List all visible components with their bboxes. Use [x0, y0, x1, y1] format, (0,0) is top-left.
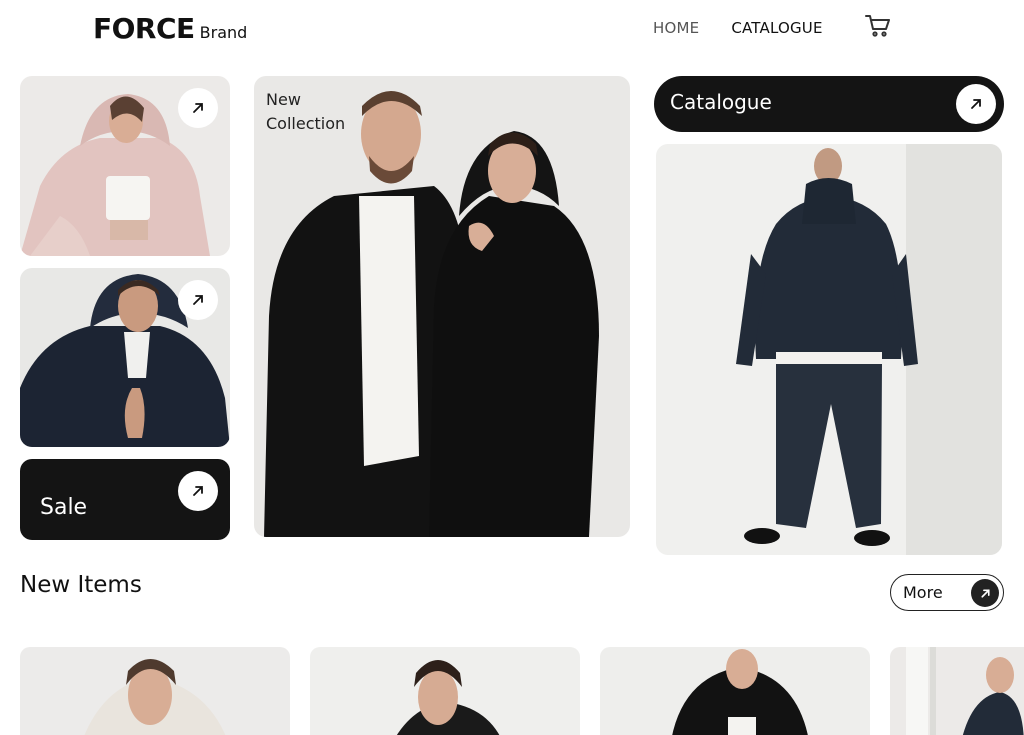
product-card[interactable]	[20, 647, 290, 735]
section-title: New Items	[20, 572, 142, 598]
arrow-up-right-icon	[193, 295, 203, 305]
brand-logo[interactable]: FORCE Brand	[93, 12, 247, 45]
site-header: FORCE Brand HOME CATALOGUE	[0, 0, 1024, 56]
brand-sub: Brand	[199, 23, 248, 42]
sale-card[interactable]: Sale	[20, 459, 230, 540]
more-button[interactable]: More	[890, 574, 1004, 611]
brand-name: FORCE	[93, 12, 195, 45]
product-photo	[20, 647, 290, 735]
category-card-women[interactable]	[20, 76, 230, 256]
catalogue-card[interactable]: Catalogue	[654, 76, 1004, 132]
arrow-up-right-icon	[971, 579, 999, 607]
product-photo	[310, 647, 580, 735]
more-label: More	[903, 583, 943, 602]
arrow-up-right-icon	[971, 99, 981, 109]
category-card-men[interactable]	[20, 268, 230, 447]
product-photo	[890, 647, 1024, 735]
main-nav: HOME CATALOGUE	[653, 19, 823, 37]
new-collection-card[interactable]: New Collection	[254, 76, 630, 537]
new-collection-label: New Collection	[266, 88, 376, 136]
product-card[interactable]	[890, 647, 1024, 735]
arrow-up-right-icon	[193, 486, 203, 496]
product-photo	[600, 647, 870, 735]
card-open-button[interactable]	[178, 88, 218, 128]
product-card[interactable]	[600, 647, 870, 735]
new-collection-photo	[254, 76, 630, 537]
new-collection-line1: New Collection	[266, 90, 346, 133]
sale-label: Sale	[40, 495, 88, 520]
catalogue-open-button[interactable]	[956, 84, 996, 124]
nav-catalogue[interactable]: CATALOGUE	[731, 19, 822, 37]
cart-icon[interactable]	[865, 14, 891, 38]
catalogue-label: Catalogue	[670, 90, 772, 114]
card-open-button[interactable]	[178, 280, 218, 320]
nav-home[interactable]: HOME	[653, 19, 699, 37]
catalogue-photo-card[interactable]	[656, 144, 1002, 555]
sale-open-button[interactable]	[178, 471, 218, 511]
catalogue-photo	[656, 144, 1002, 555]
product-card[interactable]	[310, 647, 580, 735]
arrow-up-right-icon	[193, 103, 203, 113]
